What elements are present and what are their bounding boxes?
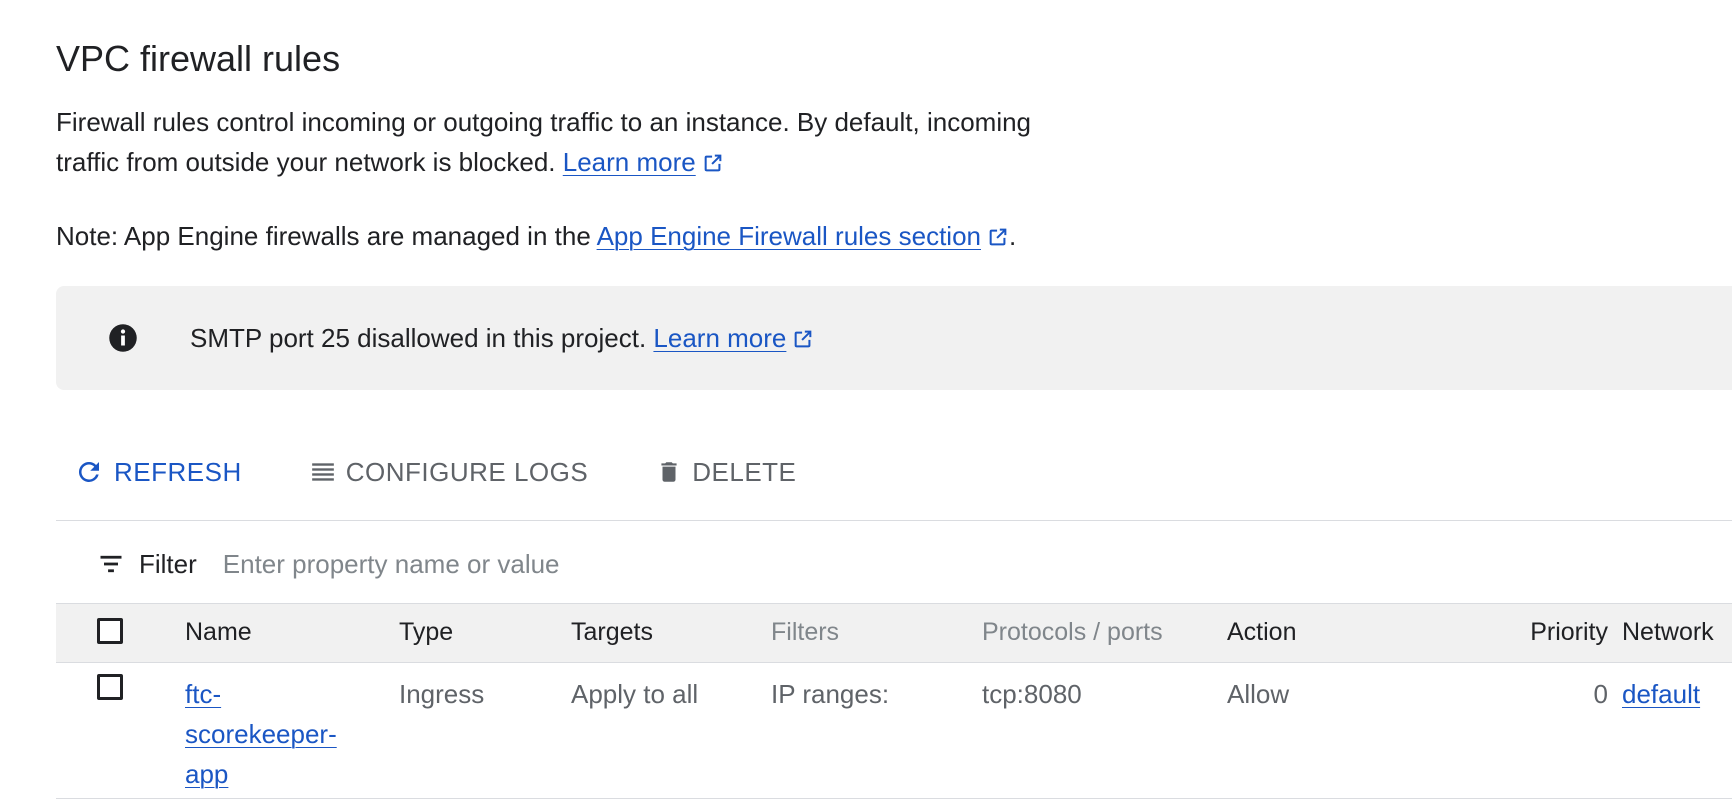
table-row: ftc- scorekeeper- app Ingress Apply to a… <box>56 662 1732 799</box>
rule-priority-cell: 0 <box>1593 679 1608 709</box>
refresh-icon <box>78 461 99 482</box>
note-suffix: . <box>1009 221 1017 251</box>
app-engine-note: Note: App Engine firewalls are managed i… <box>56 216 1016 256</box>
page-description: Firewall rules control incoming or outgo… <box>56 102 1056 182</box>
list-icon <box>311 463 334 481</box>
rule-name-line: app <box>185 759 229 789</box>
rule-name-link[interactable]: ftc- scorekeeper- app <box>185 674 337 794</box>
app-engine-firewall-label: App Engine Firewall rules section <box>596 221 981 251</box>
banner-learn-more-link[interactable]: Learn more <box>653 323 786 353</box>
external-link-icon <box>704 154 722 172</box>
external-link-icon <box>989 228 1007 246</box>
filter-bar: Filter <box>56 540 1123 588</box>
row-checkbox[interactable] <box>97 674 123 700</box>
rule-filters-cell: IP ranges: <box>771 679 890 709</box>
smtp-info-banner: SMTP port 25 disallowed in this project.… <box>56 286 1732 390</box>
app-engine-firewall-link[interactable]: App Engine Firewall rules section <box>597 221 981 251</box>
column-header-priority[interactable]: Priority <box>1408 618 1608 647</box>
banner-message: SMTP port 25 disallowed in this project.… <box>190 318 814 358</box>
filter-input[interactable] <box>222 548 1123 580</box>
filter-icon <box>100 555 122 573</box>
select-all-checkbox[interactable] <box>97 618 123 644</box>
banner-text: SMTP port 25 disallowed in this project. <box>190 323 647 353</box>
filter-label: Filter <box>139 548 197 579</box>
description-text: Firewall rules control incoming or outgo… <box>56 107 1032 177</box>
banner-learn-more-label: Learn more <box>653 323 787 353</box>
network-link[interactable]: default <box>1622 679 1700 709</box>
refresh-label: REFRESH <box>114 456 242 487</box>
trash-icon <box>661 462 677 482</box>
page-title: VPC firewall rules <box>56 38 341 79</box>
learn-more-label: Learn more <box>562 147 696 177</box>
rule-protocols-cell: tcp:8080 <box>982 679 1082 709</box>
actions-toolbar: REFRESH CONFIGURE LOGS DELETE <box>56 446 796 498</box>
refresh-button[interactable]: REFRESH <box>74 457 242 488</box>
column-header-protocols: Protocols / ports <box>982 618 1163 646</box>
delete-button[interactable]: DELETE <box>656 457 796 488</box>
column-header-filters: Filters <box>771 618 840 646</box>
external-link-icon <box>795 330 812 348</box>
info-icon <box>109 324 137 352</box>
column-header-type[interactable]: Type <box>399 618 453 647</box>
rule-name-line: scorekeeper- <box>185 719 337 749</box>
column-header-targets[interactable]: Targets <box>571 618 653 647</box>
rule-name-cell: ftc- scorekeeper- app <box>185 674 337 794</box>
rule-action-cell: Allow <box>1227 679 1290 709</box>
learn-more-link[interactable]: Learn more <box>563 147 696 177</box>
column-header-network[interactable]: Network <box>1622 618 1714 647</box>
delete-label: DELETE <box>692 456 797 487</box>
column-header-name[interactable]: Name <box>185 618 252 647</box>
rule-name-line: ftc- <box>185 679 222 709</box>
configure-logs-button[interactable]: CONFIGURE LOGS <box>310 457 588 488</box>
toolbar-divider <box>56 520 1732 521</box>
table-header: Name Type Targets Filters Protocols / po… <box>56 603 1732 663</box>
rule-targets-cell: Apply to all <box>571 679 699 709</box>
configure-logs-label: CONFIGURE LOGS <box>345 456 589 487</box>
rule-network-cell: default <box>1622 674 1700 714</box>
note-prefix: Note: App Engine firewalls are managed i… <box>56 221 591 251</box>
rule-type-cell: Ingress <box>399 679 485 709</box>
column-header-action[interactable]: Action <box>1227 618 1296 647</box>
